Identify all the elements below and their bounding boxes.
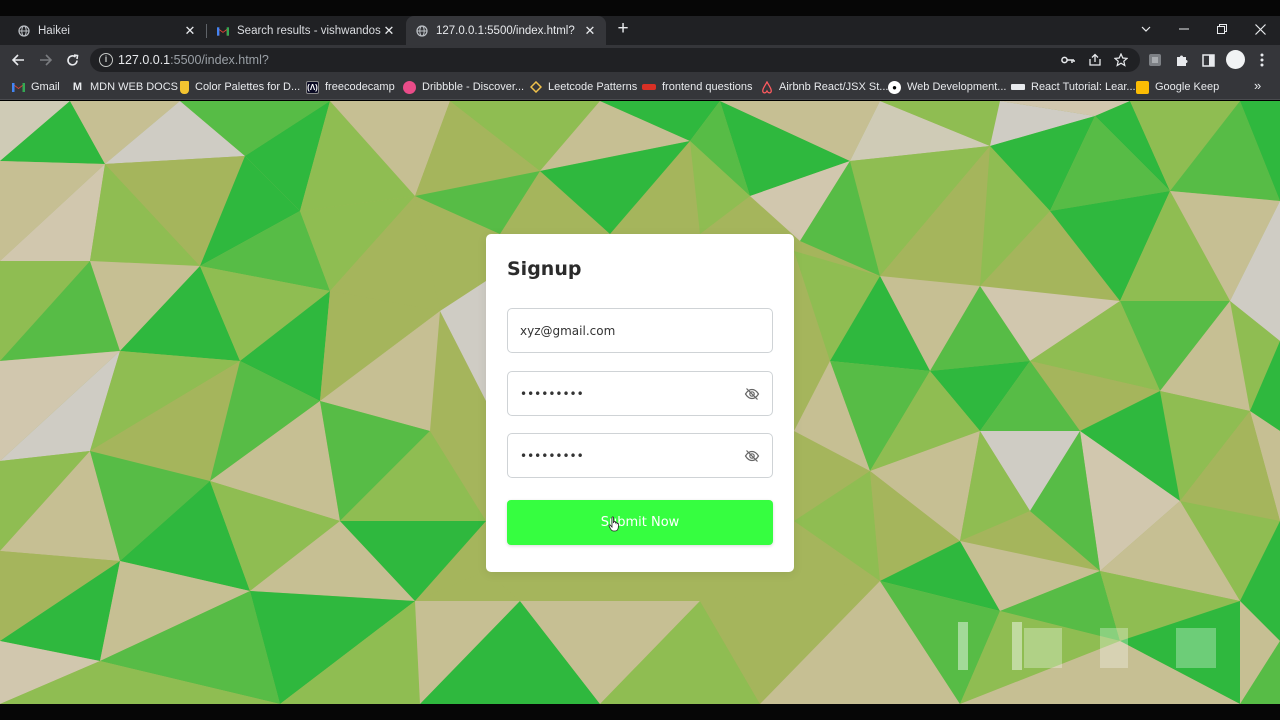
gmail-icon [12, 81, 25, 94]
bookmark-label: MDN WEB DOCS [90, 81, 178, 93]
watermark-bar [1176, 628, 1216, 668]
bookmark-web-development[interactable]: ● Web Development... [888, 79, 1006, 95]
bookmark-label: React Tutorial: Lear... [1031, 81, 1136, 93]
bookmark-airbnb[interactable]: Airbnb React/JSX St... [760, 79, 888, 95]
bookmark-label: Airbnb React/JSX St... [779, 81, 889, 93]
watermark-bar [1012, 622, 1022, 670]
close-icon[interactable]: ✕ [182, 23, 198, 39]
email-field[interactable] [507, 308, 773, 353]
tab-haikei[interactable]: Haikei ✕ [8, 16, 206, 45]
tab-localhost[interactable]: 127.0.0.1:5500/index.html? ✕ [406, 16, 606, 45]
globe-icon [416, 24, 428, 37]
frontend-icon [642, 84, 656, 90]
leetcode-icon [529, 81, 542, 94]
password-input[interactable] [520, 372, 730, 415]
bookmark-label: frontend questions [662, 81, 753, 93]
minimize-icon[interactable] [1166, 16, 1202, 42]
watermark-bar [1024, 628, 1062, 668]
restore-icon[interactable] [1204, 16, 1240, 42]
react-icon [1011, 84, 1025, 90]
bookmark-label: Google Keep [1155, 81, 1220, 93]
bookmark-frontend-questions[interactable]: frontend questions [642, 79, 753, 95]
confirm-password-field[interactable] [507, 433, 773, 478]
bookmark-leetcode[interactable]: Leetcode Patterns [529, 79, 637, 95]
tab-title: Search results - vishwandoshi99@ [237, 24, 381, 37]
bookmark-label: freecodecamp [325, 81, 395, 93]
eye-off-icon[interactable] [744, 386, 760, 402]
bookmark-star-icon[interactable] [1112, 51, 1130, 69]
screen-top-strip [0, 0, 1280, 16]
webdev-icon: ● [888, 80, 901, 94]
bookmark-label: Leetcode Patterns [548, 81, 638, 93]
tab-search-icon[interactable] [1128, 16, 1164, 42]
email-input[interactable] [520, 309, 730, 352]
close-icon[interactable]: ✕ [582, 23, 598, 39]
forward-icon[interactable] [35, 50, 55, 70]
watermark-bar [958, 622, 968, 670]
tab-gmail-search[interactable]: Search results - vishwandoshi99@ ✕ [207, 16, 405, 45]
globe-icon [18, 24, 30, 37]
palette-icon [180, 80, 189, 94]
reload-icon[interactable] [62, 50, 82, 70]
share-icon[interactable] [1086, 51, 1104, 69]
extensions-puzzle-icon[interactable] [1173, 51, 1191, 69]
password-field[interactable] [507, 371, 773, 416]
hand-cursor-icon [608, 516, 619, 532]
bookmark-label: Dribbble - Discover... [422, 81, 525, 93]
tab-title: 127.0.0.1:5500/index.html? [436, 24, 575, 37]
profile-avatar[interactable] [1226, 50, 1245, 69]
keep-icon [1136, 80, 1149, 94]
url-host: 127.0.0.1 [118, 53, 171, 67]
browser-toolbar: i 127.0.0.1:5500/index.html? [0, 45, 1280, 75]
screen-bottom-strip [0, 704, 1280, 720]
eye-off-icon[interactable] [744, 448, 760, 464]
bookmark-freecodecamp[interactable]: (Λ) freecodecamp [306, 79, 395, 95]
bookmark-color-palettes[interactable]: Color Palettes for D... [180, 79, 300, 95]
gmail-icon [217, 25, 229, 37]
bookmark-gmail[interactable]: Gmail [12, 79, 60, 95]
mdn-icon: M [72, 81, 83, 93]
airbnb-icon [760, 80, 773, 94]
side-panel-icon[interactable] [1199, 51, 1217, 69]
key-icon[interactable] [1059, 51, 1077, 69]
bookmark-mdn[interactable]: M MDN WEB DOCS [71, 79, 178, 95]
tab-title: Haikei [38, 24, 70, 37]
freecodecamp-icon: (Λ) [306, 80, 319, 94]
new-tab-button[interactable]: + [614, 19, 632, 38]
bookmarks-bar: Gmail M MDN WEB DOCS Color Palettes for … [0, 75, 1280, 100]
submit-button[interactable]: Submit Now [507, 500, 773, 545]
bookmark-react-tutorial[interactable]: React Tutorial: Lear... [1011, 79, 1136, 95]
signup-card: Signup Submit Now [486, 234, 794, 572]
site-info-icon[interactable]: i [99, 53, 113, 67]
back-icon[interactable] [8, 50, 28, 70]
bookmark-label: Gmail [31, 81, 60, 93]
bookmark-label: Color Palettes for D... [195, 81, 301, 93]
close-window-icon[interactable] [1242, 16, 1278, 42]
page-viewport: Signup Submit Now [0, 101, 1280, 704]
bookmarks-overflow-icon[interactable]: » [1254, 78, 1261, 93]
confirm-password-input[interactable] [520, 434, 730, 477]
bookmark-google-keep[interactable]: Google Keep [1136, 79, 1219, 95]
url-path: :5500/index.html? [170, 53, 269, 67]
bookmark-label: Web Development... [907, 81, 1007, 93]
url-text: 127.0.0.1:5500/index.html? [118, 53, 269, 67]
form-title: Signup [507, 258, 582, 280]
tab-bar: Haikei ✕ Search results - vishwandoshi99… [0, 16, 1280, 45]
bookmark-dribbble[interactable]: Dribbble - Discover... [403, 79, 524, 95]
more-menu-icon[interactable] [1253, 51, 1271, 69]
close-icon[interactable]: ✕ [381, 23, 397, 39]
dribbble-icon [403, 80, 416, 94]
address-bar[interactable]: i 127.0.0.1:5500/index.html? [90, 48, 1140, 72]
extension-badge-icon[interactable] [1146, 51, 1164, 69]
watermark-bar [1100, 628, 1128, 668]
